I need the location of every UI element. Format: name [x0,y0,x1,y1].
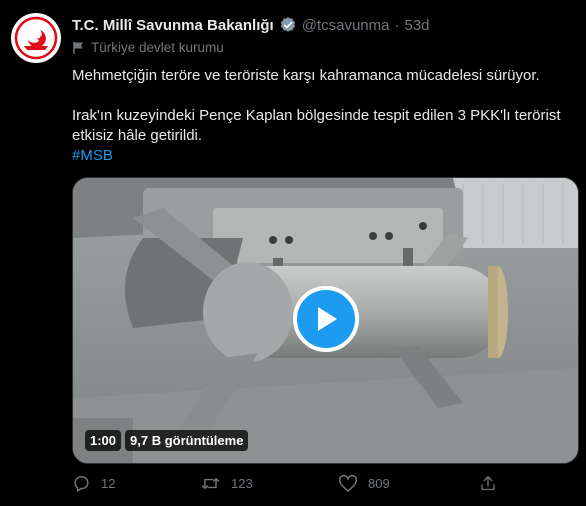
tweet-actions: 12 123 809 [72,474,512,496]
account-label-text: Türkiye devlet kurumu [91,40,224,55]
play-button[interactable] [293,286,359,352]
like-button[interactable]: 809 [338,474,390,493]
video-view-count: 9,7 B görüntüleme [125,430,249,451]
play-icon [318,307,337,331]
video-info-overlay: 1:00 9,7 B görüntüleme [85,430,249,451]
reply-button[interactable]: 12 [72,474,115,493]
author-name[interactable]: T.C. Millî Savunma Bakanlığı [72,17,274,34]
retweet-count: 123 [231,476,253,491]
author-handle[interactable]: @tcsavunma [302,17,390,34]
ministry-seal-icon [14,16,58,60]
video-player[interactable]: 1:00 9,7 B görüntüleme [72,177,579,464]
retweet-icon [201,478,220,489]
reply-icon [74,476,89,492]
like-count: 809 [368,476,390,491]
flag-icon [73,41,83,54]
tweet-timestamp[interactable]: 53d [404,17,429,34]
hashtag-link[interactable]: #MSB [72,147,113,164]
retweet-button[interactable]: 123 [200,474,253,493]
verified-badge-icon [280,17,295,32]
reply-count: 12 [101,476,116,491]
heart-icon [338,474,358,492]
tweet-header: T.C. Millî Savunma Bakanlığı @tcsavunma … [72,14,430,36]
share-icon [481,476,495,491]
video-duration: 1:00 [85,430,122,451]
tweet-body: Mehmetçiğin teröre ve teröriste karşı ka… [72,66,572,166]
account-label[interactable]: Türkiye devlet kurumu [72,40,224,55]
separator-dot: · [394,16,400,34]
tweet-line-1: Mehmetçiğin teröre ve teröriste karşı ka… [72,67,540,84]
share-button[interactable] [479,474,497,493]
tweet-line-2: Irak'ın kuzeyindeki Pençe Kaplan bölgesi… [72,107,561,144]
avatar[interactable] [11,13,61,63]
